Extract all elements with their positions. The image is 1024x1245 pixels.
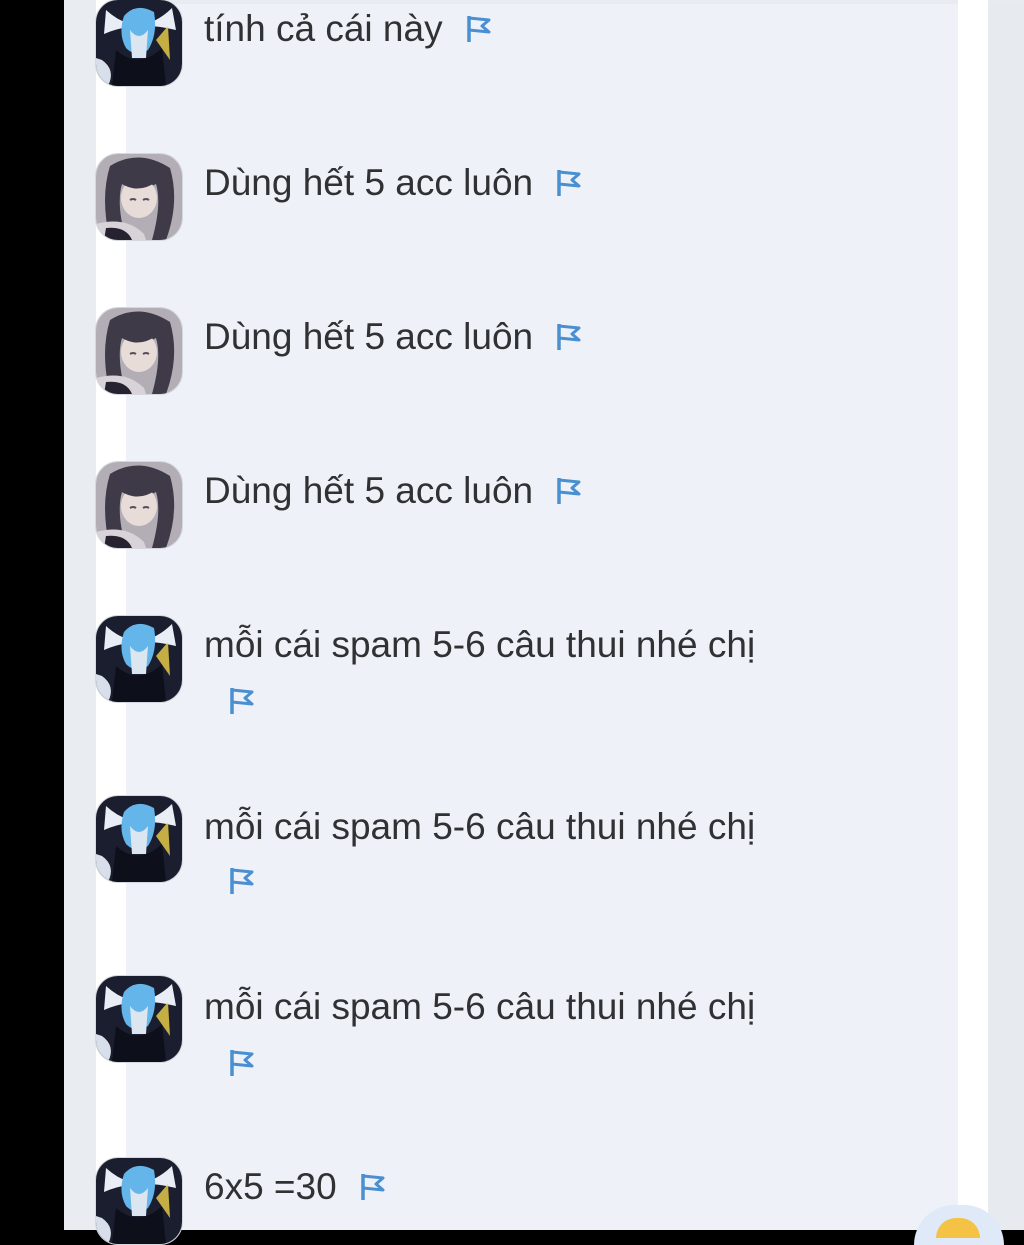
message-text: Dùng hết 5 acc luôn [204, 310, 854, 364]
message-text: Dùng hết 5 acc luôn [204, 156, 854, 210]
right-divider [958, 0, 988, 1230]
user-avatar[interactable] [96, 1158, 182, 1244]
dark-hair-girl-avatar-icon [96, 462, 182, 548]
flag-icon[interactable] [465, 14, 493, 44]
right-gutter[interactable] [988, 4, 1024, 1230]
user-avatar[interactable] [96, 616, 182, 702]
flag-icon[interactable] [228, 866, 256, 896]
blue-hair-avatar-icon [96, 616, 182, 702]
blue-hair-avatar-icon [96, 1158, 182, 1244]
flag-icon[interactable] [555, 168, 583, 198]
user-avatar[interactable] [96, 308, 182, 394]
dark-hair-girl-avatar-icon [96, 154, 182, 240]
left-black-edge [0, 0, 64, 1230]
message-text: mỗi cái spam 5-6 câu thui nhé chị [204, 800, 854, 854]
user-avatar[interactable] [96, 976, 182, 1062]
flag-icon[interactable] [228, 686, 256, 716]
blue-hair-avatar-icon [96, 796, 182, 882]
dark-hair-girl-avatar-icon [96, 308, 182, 394]
message-content: mỗi cái spam 5-6 câu thui nhé chị [204, 986, 756, 1027]
message-text: mỗi cái spam 5-6 câu thui nhé chị [204, 618, 854, 672]
message-content: Dùng hết 5 acc luôn [204, 162, 534, 203]
blue-hair-avatar-icon [96, 976, 182, 1062]
message-content: 6x5 =30 [204, 1166, 337, 1207]
flag-icon[interactable] [555, 476, 583, 506]
flag-icon[interactable] [555, 322, 583, 352]
message-text: mỗi cái spam 5-6 câu thui nhé chị [204, 980, 854, 1034]
left-gutter [64, 0, 96, 1230]
blue-hair-avatar-icon [96, 0, 182, 86]
flag-icon[interactable] [359, 1172, 387, 1202]
message-content: Dùng hết 5 acc luôn [204, 316, 534, 357]
message-content: tính cả cái này [204, 8, 443, 49]
user-avatar[interactable] [96, 462, 182, 548]
message-content: Dùng hết 5 acc luôn [204, 470, 534, 511]
message-content: mỗi cái spam 5-6 câu thui nhé chị [204, 624, 756, 665]
user-avatar[interactable] [96, 796, 182, 882]
message-text: tính cả cái này [204, 2, 854, 56]
user-avatar[interactable] [96, 154, 182, 240]
message-content: mỗi cái spam 5-6 câu thui nhé chị [204, 806, 756, 847]
flag-icon[interactable] [228, 1048, 256, 1078]
message-text: 6x5 =30 [204, 1160, 854, 1214]
user-avatar[interactable] [96, 0, 182, 86]
message-text: Dùng hết 5 acc luôn [204, 464, 854, 518]
